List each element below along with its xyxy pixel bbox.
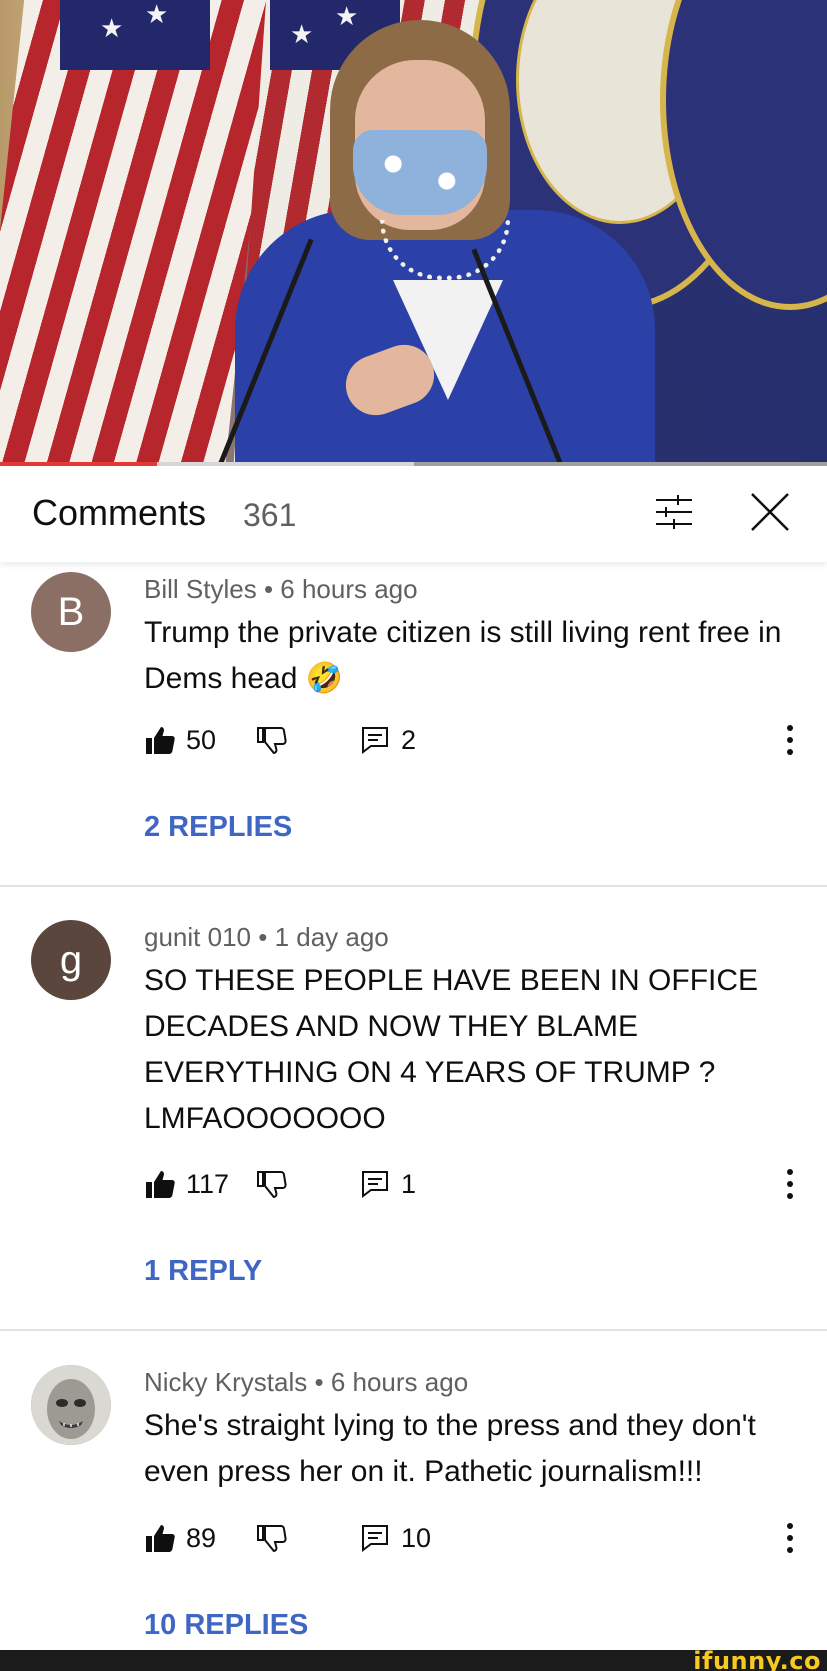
comment-actions: 50 2 — [144, 720, 804, 760]
like-button[interactable]: 50 — [144, 720, 216, 760]
comment-divider — [0, 885, 827, 887]
thumbs-down-icon — [257, 1171, 287, 1199]
comment-author[interactable]: Nicky Krystals — [144, 1367, 307, 1397]
more-vert-icon[interactable] — [775, 1164, 805, 1204]
view-replies-link[interactable]: 1 REPLY — [144, 1255, 262, 1288]
thumbs-down-icon — [257, 1525, 287, 1553]
meta-separator: • — [258, 922, 268, 952]
reply-count: 1 — [401, 1168, 417, 1199]
flag-star: ★ — [145, 0, 169, 30]
comments-header: Comments 361 — [0, 466, 827, 562]
reply-button[interactable]: 1 — [359, 1164, 416, 1204]
view-replies-link[interactable]: 2 REPLIES — [144, 811, 292, 844]
reply-count: 2 — [401, 724, 417, 755]
dislike-button[interactable] — [256, 1518, 288, 1558]
comment-author[interactable]: Bill Styles — [144, 574, 257, 604]
comment-time: 6 hours ago — [330, 1367, 469, 1397]
avatar[interactable]: B — [31, 572, 111, 652]
comments-count: 361 — [243, 497, 297, 533]
reply-count: 10 — [401, 1522, 432, 1553]
comment-reply-icon — [362, 1171, 388, 1198]
comment-time: 1 day ago — [274, 922, 389, 952]
comment-actions: 89 10 — [144, 1518, 804, 1558]
dislike-button[interactable] — [256, 1164, 288, 1204]
flag-canton-left — [60, 0, 210, 70]
like-button[interactable]: 89 — [144, 1518, 216, 1558]
comment-divider — [0, 1329, 827, 1331]
close-icon[interactable] — [748, 490, 792, 534]
speaker-figure — [235, 20, 655, 463]
comment-author[interactable]: gunit 010 — [144, 922, 251, 952]
comment-actions: 117 1 — [144, 1164, 804, 1204]
comment-meta: Nicky Krystals • 6 hours ago — [144, 1367, 468, 1398]
thumbs-up-filled-icon — [146, 1171, 175, 1198]
meta-separator: • — [314, 1367, 324, 1397]
dislike-button[interactable] — [256, 720, 288, 760]
comment-reply-icon — [362, 1525, 388, 1552]
comment-text: SO THESE PEOPLE HAVE BEEN IN OFFICE DECA… — [144, 964, 759, 1135]
thumbs-up-filled-icon — [146, 1525, 175, 1552]
more-vert-icon[interactable] — [775, 720, 805, 760]
watermark-bar: ifunny.co — [0, 1647, 827, 1671]
comment-time: 6 hours ago — [280, 574, 418, 604]
flag-star: ★ — [100, 14, 124, 44]
sort-filter-icon[interactable] — [652, 490, 696, 534]
avatar[interactable]: g — [31, 920, 111, 1000]
comments-title: Comments — [32, 492, 207, 533]
meta-separator: • — [263, 574, 274, 604]
like-button[interactable]: 117 — [144, 1164, 229, 1204]
like-count: 50 — [186, 724, 217, 755]
avatar-image — [31, 1365, 111, 1445]
thumbs-up-filled-icon — [146, 727, 175, 754]
avatar-letter: g — [59, 937, 83, 982]
comment-text: Trump the private citizen is still livin… — [144, 616, 782, 695]
like-count: 89 — [186, 1522, 217, 1553]
video-player[interactable]: ★ ★ ★ ★ — [0, 0, 827, 463]
ifunny-watermark: ifunny.co — [693, 1647, 821, 1671]
thumbs-down-icon — [257, 727, 287, 755]
avatar[interactable] — [31, 1365, 111, 1445]
view-replies-link[interactable]: 10 REPLIES — [144, 1609, 308, 1642]
more-vert-icon[interactable] — [775, 1518, 805, 1558]
comment-meta: gunit 010 • 1 day ago — [144, 922, 389, 953]
reply-button[interactable]: 10 — [359, 1518, 431, 1558]
reply-button[interactable]: 2 — [359, 720, 416, 760]
avatar-letter: B — [57, 589, 85, 634]
comment-meta: Bill Styles • 6 hours ago — [144, 574, 418, 605]
comment-text: She's straight lying to the press and th… — [144, 1409, 756, 1488]
comment-reply-icon — [362, 727, 388, 754]
like-count: 117 — [186, 1168, 230, 1199]
